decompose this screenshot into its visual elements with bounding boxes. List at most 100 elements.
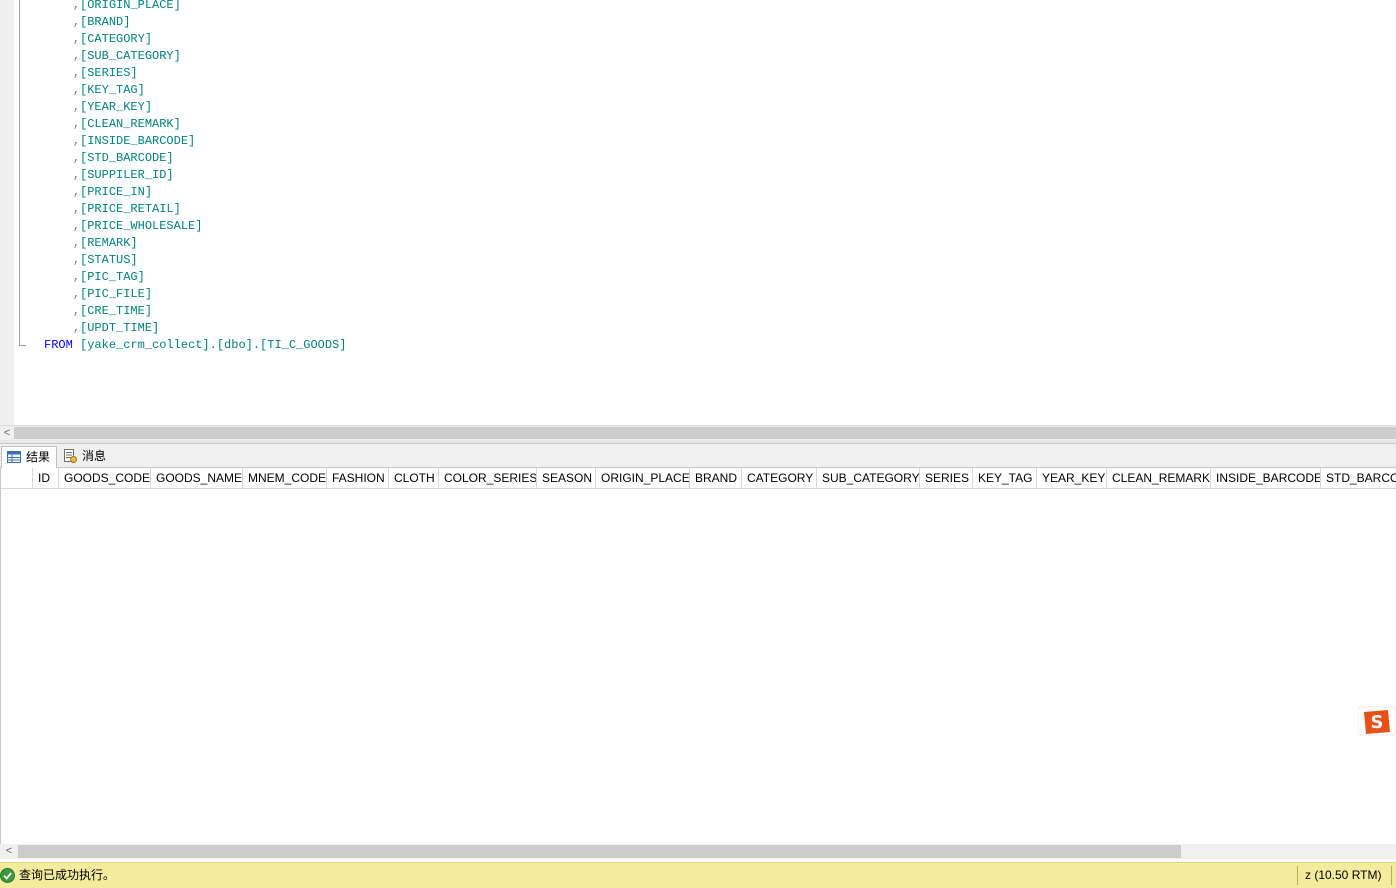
sql-column-identifier: [KEY_TAG] — [80, 83, 145, 97]
sql-comma: , — [72, 202, 81, 216]
grid-column-header[interactable]: SERIES — [920, 468, 973, 489]
sql-column-line: ,[CATEGORY] — [44, 31, 346, 48]
sql-from-line: FROM [yake_crm_collect].[dbo].[TI_C_GOOD… — [44, 337, 346, 354]
sql-column-line: ,[PRICE_RETAIL] — [44, 201, 346, 218]
sql-column-line: ,[REMARK] — [44, 235, 346, 252]
sql-column-line: ,[UPDT_TIME] — [44, 320, 346, 337]
sql-comma: , — [72, 236, 81, 250]
results-tab-strip: 结果 消息 — [0, 444, 1396, 468]
sql-column-line: ,[KEY_TAG] — [44, 82, 346, 99]
sql-column-line: ,[PRICE_IN] — [44, 184, 346, 201]
sogou-ime-icon[interactable]: S — [1358, 706, 1396, 736]
grid-column-header[interactable]: CLEAN_REMARK — [1107, 468, 1211, 489]
status-server-version: z (10.50 RTM) — [1305, 868, 1382, 882]
grid-column-header[interactable]: GOODS_CODE — [59, 468, 151, 489]
sql-comma: , — [72, 49, 81, 63]
grid-scroll-thumb[interactable] — [18, 845, 1181, 858]
sql-column-identifier: [PRICE_RETAIL] — [80, 202, 181, 216]
sql-comma: , — [72, 66, 81, 80]
sql-column-line: ,[STD_BARCODE] — [44, 150, 346, 167]
grid-column-header[interactable]: YEAR_KEY — [1037, 468, 1107, 489]
sql-column-line: ,[SUPPILER_ID] — [44, 167, 346, 184]
grid-table-icon — [7, 451, 21, 463]
sql-column-identifier: [PIC_FILE] — [80, 287, 153, 301]
grid-column-header[interactable]: CATEGORY — [742, 468, 817, 489]
sql-column-identifier: [ORIGIN_PLACE] — [80, 0, 181, 12]
sql-column-identifier: [CLEAN_REMARK] — [80, 117, 181, 131]
sql-column-line: ,[SUB_CATEGORY] — [44, 48, 346, 65]
grid-column-header[interactable]: ORIGIN_PLACE — [596, 468, 690, 489]
grid-column-header[interactable]: STD_BARCODE — [1321, 468, 1396, 489]
grid-column-header[interactable]: INSIDE_BARCODE — [1211, 468, 1321, 489]
grid-column-header[interactable]: CLOTH — [389, 468, 439, 489]
sql-comma: , — [72, 83, 81, 97]
success-check-icon — [0, 868, 15, 883]
status-divider — [1391, 866, 1392, 885]
grid-column-header[interactable]: GOODS_NAME — [151, 468, 243, 489]
sql-column-identifier: [PRICE_IN] — [80, 185, 153, 199]
sql-column-identifier: [SUB_CATEGORY] — [80, 49, 181, 63]
scroll-left-arrow-icon[interactable]: < — [0, 844, 18, 859]
sql-column-line: ,[INSIDE_BARCODE] — [44, 133, 346, 150]
sql-comma: , — [72, 304, 81, 318]
sql-column-identifier: [BRAND] — [80, 15, 131, 29]
messages-document-icon — [64, 449, 77, 463]
grid-column-header[interactable]: BRAND — [690, 468, 742, 489]
editor-horizontal-scrollbar[interactable]: < — [0, 425, 1396, 440]
outline-collapse-end — [19, 345, 26, 346]
editor-scroll-thumb[interactable] — [14, 427, 1396, 439]
sql-comma: , — [72, 270, 81, 284]
sql-comma: , — [72, 168, 81, 182]
sql-column-line: ,[CLEAN_REMARK] — [44, 116, 346, 133]
grid-column-header[interactable]: MNEM_CODE — [243, 468, 327, 489]
sql-column-identifier: [PIC_TAG] — [80, 270, 145, 284]
sql-column-identifier: [YEAR_KEY] — [80, 100, 153, 114]
sql-comma: , — [72, 117, 81, 131]
tab-results-label: 结果 — [26, 450, 51, 464]
svg-text:S: S — [1371, 712, 1384, 733]
sql-comma: , — [72, 100, 81, 114]
sql-column-identifier: [UPDT_TIME] — [80, 321, 160, 335]
sql-column-line: ,[SERIES] — [44, 65, 346, 82]
results-grid[interactable]: ID GOODS_CODE GOODS_NAME MNEM_CODE FASHION CL… — [0, 468, 1396, 844]
grid-row-header-corner[interactable] — [1, 468, 33, 489]
sql-column-identifier: [CRE_TIME] — [80, 304, 153, 318]
sql-column-line: ,[ORIGIN_PLACE] — [44, 0, 346, 14]
sql-comma: , — [72, 219, 81, 233]
sql-from-keyword: FROM — [44, 338, 73, 352]
sql-column-identifier: [PRICE_WHOLESALE] — [80, 219, 203, 233]
grid-column-header[interactable]: ID — [33, 468, 59, 489]
grid-column-header[interactable]: FASHION — [327, 468, 389, 489]
grid-column-header[interactable]: COLOR_SERIES — [439, 468, 537, 489]
sql-column-line: ,[PIC_FILE] — [44, 286, 346, 303]
sql-column-line: ,[CRE_TIME] — [44, 303, 346, 320]
sql-code[interactable]: ,[ORIGIN_PLACE] ,[BRAND] ,[CATEGORY] ,[S… — [44, 0, 346, 354]
grid-horizontal-scrollbar[interactable]: < — [0, 844, 1396, 859]
sql-editor[interactable]: ,[ORIGIN_PLACE] ,[BRAND] ,[CATEGORY] ,[S… — [0, 0, 1396, 425]
status-bar: 查询已成功执行。 z (10.50 RTM) — [0, 862, 1396, 888]
sql-comma: , — [72, 287, 81, 301]
grid-column-header[interactable]: KEY_TAG — [973, 468, 1037, 489]
sql-comma: , — [72, 253, 81, 267]
sql-column-line: ,[PRICE_WHOLESALE] — [44, 218, 346, 235]
sql-comma: , — [72, 321, 81, 335]
grid-column-header[interactable]: SEASON — [537, 468, 596, 489]
sql-column-identifier: [REMARK] — [80, 236, 138, 250]
sql-table-identifier: [yake_crm_collect].[dbo].[TI_C_GOODS] — [80, 338, 347, 352]
sql-comma: , — [72, 134, 81, 148]
sql-comma: , — [72, 151, 81, 165]
scroll-left-arrow-icon[interactable]: < — [0, 426, 14, 440]
status-divider — [1297, 866, 1298, 885]
sql-column-line: ,[STATUS] — [44, 252, 346, 269]
grid-header-row: ID GOODS_CODE GOODS_NAME MNEM_CODE FASHION CL… — [1, 468, 1396, 489]
sql-column-identifier: [CATEGORY] — [80, 32, 153, 46]
grid-column-header[interactable]: SUB_CATEGORY — [817, 468, 920, 489]
tab-messages-label: 消息 — [82, 449, 107, 463]
sql-column-line: ,[PIC_TAG] — [44, 269, 346, 286]
sql-column-line: ,[YEAR_KEY] — [44, 99, 346, 116]
tab-results[interactable]: 结果 — [1, 446, 57, 468]
editor-gutter — [0, 0, 14, 425]
outline-collapse-line — [19, 0, 20, 346]
status-message: 查询已成功执行。 — [19, 868, 116, 882]
tab-messages[interactable]: 消息 — [58, 446, 114, 468]
